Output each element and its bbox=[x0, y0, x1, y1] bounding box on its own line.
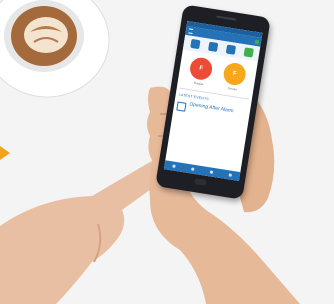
home-button[interactable] bbox=[193, 178, 207, 186]
lock-icon[interactable] bbox=[243, 47, 254, 58]
nav-icon-4[interactable] bbox=[228, 173, 232, 177]
smoke-label: Smoke bbox=[227, 86, 238, 92]
alarm-smoke[interactable]: F Smoke bbox=[221, 61, 248, 92]
nav-icon-2[interactable] bbox=[191, 167, 195, 171]
burglar-label: Burglar bbox=[193, 80, 204, 87]
menu-icon[interactable] bbox=[188, 28, 194, 34]
house-icon[interactable] bbox=[225, 44, 236, 55]
orange-arrow-icon bbox=[0, 146, 10, 160]
home-icon[interactable] bbox=[207, 41, 218, 52]
bottom-nav bbox=[163, 160, 241, 182]
smoke-circle[interactable]: F bbox=[222, 61, 248, 87]
lock-icon bbox=[176, 101, 187, 112]
status-badge bbox=[254, 39, 260, 44]
phone-screen: F Burglar F Smoke LATEST EVENTS Opening … bbox=[163, 20, 263, 182]
burglar-circle[interactable]: F bbox=[188, 56, 214, 82]
phone-speaker bbox=[216, 15, 237, 21]
nav-icon-1[interactable] bbox=[172, 164, 176, 168]
shield-icon[interactable] bbox=[189, 38, 201, 50]
nav-icon-3[interactable] bbox=[209, 170, 214, 174]
alarm-burglar[interactable]: F Burglar bbox=[188, 56, 214, 87]
